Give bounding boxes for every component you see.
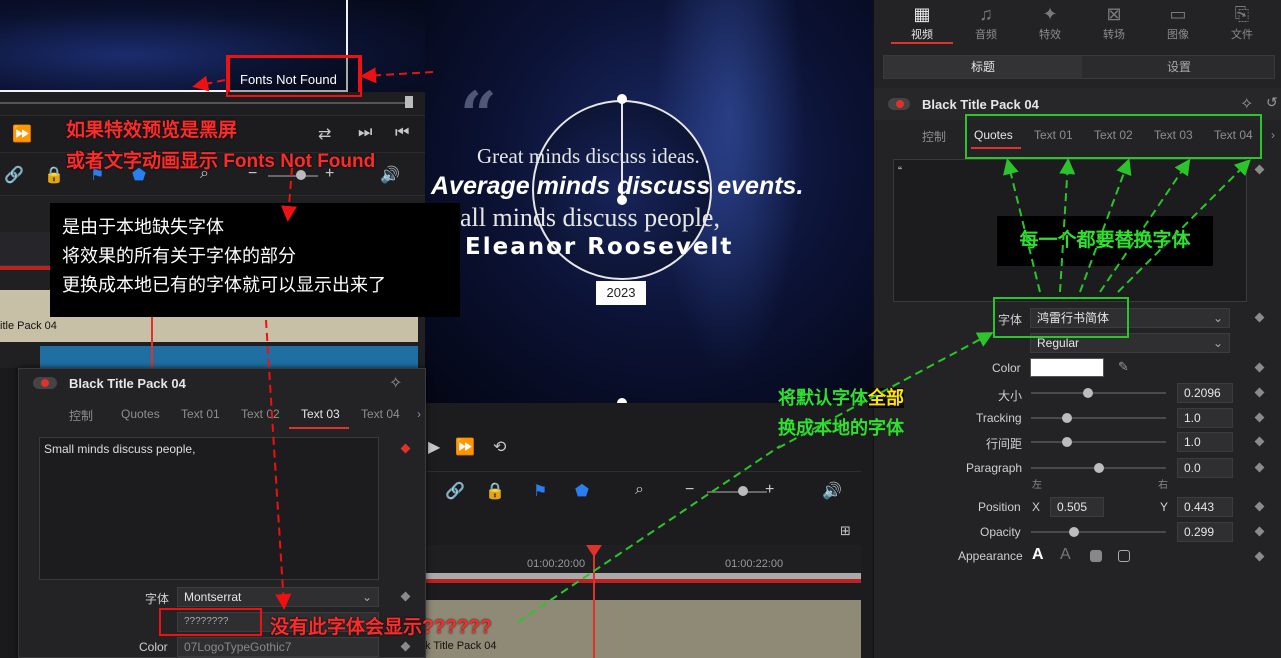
screenshot: Fonts Not Found ⏩ ⇄ ⏭ ⏮ 🔗 🔒 ⚑ ⬟ ⌕ − + 🔊 … bbox=[0, 0, 1281, 658]
annotation-arrows bbox=[192, 67, 1251, 623]
